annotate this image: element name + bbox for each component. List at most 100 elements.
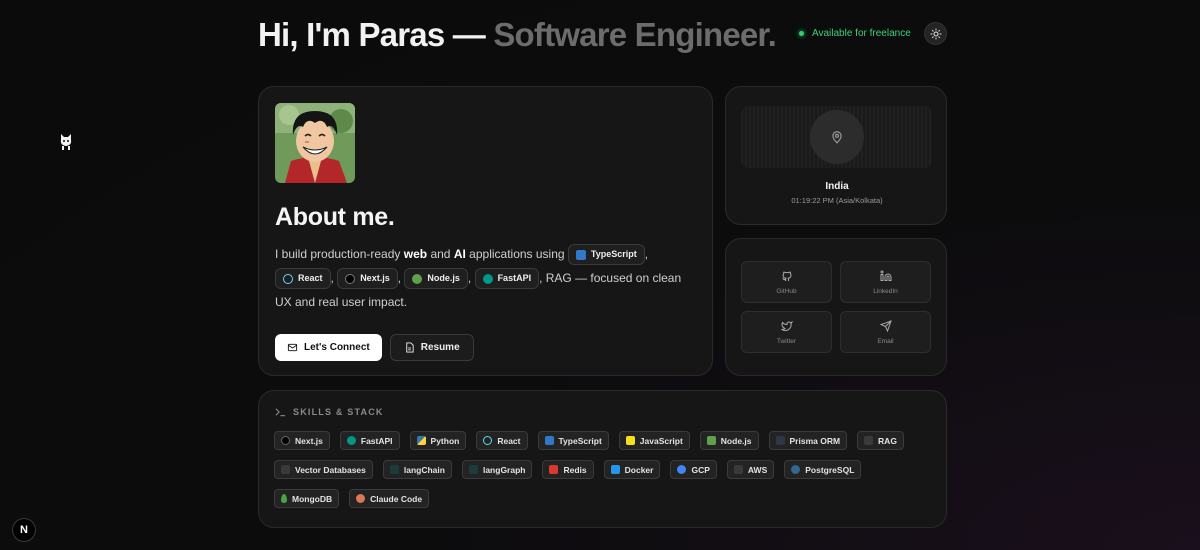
lets-connect-label: Let's Connect bbox=[304, 342, 370, 353]
skill-claude-code: Claude Code bbox=[349, 489, 430, 508]
mongodb-icon bbox=[281, 494, 287, 503]
about-text-1: I build production-ready bbox=[275, 247, 401, 261]
about-text-2: applications using bbox=[469, 247, 565, 261]
about-paragraph: I build production-ready web and AI appl… bbox=[275, 242, 695, 314]
fastapi-icon bbox=[346, 436, 356, 445]
skills-card: SKILLS & STACK Next.js FastAPI Python Re… bbox=[258, 390, 947, 528]
availability-badge: Available for freelance bbox=[799, 28, 911, 39]
chip-nodejs: Node.js bbox=[404, 268, 468, 290]
about-heading: About me. bbox=[275, 203, 395, 231]
langchain-icon bbox=[389, 465, 399, 474]
prisma-icon bbox=[775, 436, 785, 445]
nextjs-icon bbox=[345, 273, 356, 284]
lets-connect-button[interactable]: Let's Connect bbox=[275, 334, 382, 361]
react-icon bbox=[283, 273, 293, 284]
location-country: India bbox=[825, 181, 849, 192]
skill-langgraph: langGraph bbox=[461, 460, 533, 479]
email-link[interactable]: Email bbox=[840, 311, 931, 353]
map-pin-circle bbox=[810, 110, 864, 164]
theme-toggle-button[interactable] bbox=[924, 22, 947, 45]
skill-rag: RAG bbox=[857, 431, 904, 450]
docker-icon bbox=[610, 465, 620, 474]
gcp-icon bbox=[677, 465, 687, 474]
terminal-icon bbox=[733, 465, 743, 474]
cat-logo-icon bbox=[60, 134, 72, 150]
terminal-icon bbox=[275, 408, 286, 417]
page-title: Hi, I'm Paras — Software Engineer. bbox=[258, 16, 777, 54]
skill-gcp: GCP bbox=[670, 460, 717, 479]
map-pin-icon bbox=[832, 131, 842, 144]
skill-typescript: TypeScript bbox=[537, 431, 609, 450]
skills-header: SKILLS & STACK bbox=[275, 407, 384, 417]
chip-fastapi: FastAPI bbox=[474, 268, 540, 290]
about-actions: Let's Connect Resume bbox=[275, 334, 474, 361]
github-link[interactable]: GitHub bbox=[741, 261, 832, 303]
nextjs-icon bbox=[281, 436, 290, 445]
resume-label: Resume bbox=[420, 342, 460, 353]
github-icon bbox=[781, 271, 792, 281]
langgraph-icon bbox=[468, 465, 478, 474]
nodejs-icon bbox=[412, 273, 423, 284]
skill-postgresql: PostgreSQL bbox=[784, 460, 862, 479]
skills-list: Next.js FastAPI Python React TypeScript … bbox=[274, 431, 934, 508]
skill-react: React bbox=[476, 431, 528, 450]
skill-docker: Docker bbox=[603, 460, 661, 479]
skill-fastapi: FastAPI bbox=[339, 431, 400, 450]
title-role: Software Engineer. bbox=[493, 16, 777, 53]
skill-vector-databases: Vector Databases bbox=[274, 460, 373, 479]
postgresql-icon bbox=[791, 465, 801, 474]
skill-redis: Redis bbox=[542, 460, 594, 479]
about-ai: AI bbox=[453, 247, 466, 261]
avatar bbox=[275, 103, 355, 183]
about-and: and bbox=[430, 247, 451, 261]
page-header: Hi, I'm Paras — Software Engineer. Avail… bbox=[258, 14, 948, 58]
claude-icon bbox=[356, 494, 366, 503]
availability-text: Available for freelance bbox=[812, 28, 911, 39]
skill-javascript: JavaScript bbox=[618, 431, 690, 450]
mail-icon bbox=[287, 343, 298, 352]
skill-python: Python bbox=[409, 431, 467, 450]
nextjs-dev-badge[interactable]: N bbox=[12, 518, 36, 542]
twitter-label: Twitter bbox=[776, 337, 797, 345]
nextjs-badge-label: N bbox=[20, 524, 28, 536]
linkedin-icon bbox=[880, 270, 891, 281]
location-card: India 01:19:22 PM (Asia/Kolkata) bbox=[725, 86, 947, 225]
about-web: web bbox=[403, 247, 428, 261]
linkedin-link[interactable]: LinkedIn bbox=[840, 261, 931, 303]
title-greeting: Hi, I'm Paras — bbox=[258, 16, 486, 53]
terminal-icon bbox=[864, 436, 874, 445]
about-card: About me. I build production-ready web a… bbox=[258, 86, 713, 376]
chip-react: React bbox=[275, 268, 331, 290]
file-icon bbox=[406, 342, 414, 353]
chip-nextjs: Next.js bbox=[337, 268, 398, 290]
redis-icon bbox=[549, 465, 559, 474]
skill-mongodb: MongoDB bbox=[274, 489, 340, 508]
python-icon bbox=[416, 436, 426, 445]
location-time: 01:19:22 PM (Asia/Kolkata) bbox=[791, 196, 883, 205]
linkedin-label: LinkedIn bbox=[873, 287, 898, 295]
location-map bbox=[741, 106, 932, 168]
typescript-icon bbox=[544, 436, 554, 445]
send-icon bbox=[879, 319, 892, 332]
typescript-icon bbox=[575, 249, 586, 260]
skill-prisma: Prisma ORM bbox=[768, 431, 848, 450]
skill-nextjs: Next.js bbox=[274, 431, 330, 450]
react-icon bbox=[483, 436, 493, 445]
github-label: GitHub bbox=[776, 287, 797, 295]
skill-nodejs: Node.js bbox=[699, 431, 759, 450]
javascript-icon bbox=[625, 436, 635, 445]
nodejs-icon bbox=[706, 436, 716, 445]
twitter-icon bbox=[780, 320, 793, 331]
fastapi-icon bbox=[482, 273, 493, 284]
email-label: Email bbox=[877, 337, 894, 345]
twitter-link[interactable]: Twitter bbox=[741, 311, 832, 353]
chip-typescript: TypeScript bbox=[567, 244, 645, 266]
resume-button[interactable]: Resume bbox=[389, 334, 474, 361]
status-dot-icon bbox=[799, 31, 804, 36]
terminal-icon bbox=[281, 465, 290, 474]
skills-heading: SKILLS & STACK bbox=[293, 407, 384, 417]
socials-card: GitHub LinkedIn Twitter Email bbox=[725, 238, 947, 376]
sun-icon bbox=[930, 28, 941, 39]
skill-langchain: langChain bbox=[382, 460, 452, 479]
skill-aws: AWS bbox=[726, 460, 775, 479]
